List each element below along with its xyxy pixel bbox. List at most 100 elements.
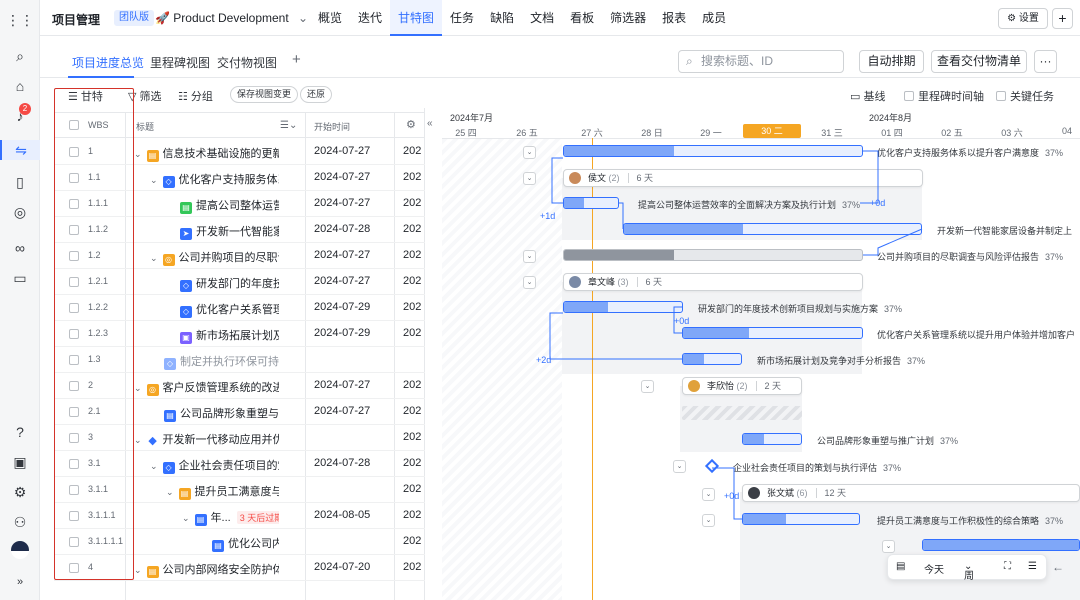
chevron-down-icon[interactable]: ⌄ xyxy=(134,565,142,575)
gear-icon[interactable]: ⚙ xyxy=(10,482,30,502)
project-switcher[interactable]: 🚀 Product Development ⌄ xyxy=(155,11,308,25)
critical-task-checkbox[interactable]: 关键任务 xyxy=(996,88,1054,104)
title-cell[interactable]: ▤ 公司品牌形象重塑与推... xyxy=(164,405,279,422)
fullscreen-icon[interactable]: ⛶ xyxy=(1004,561,1011,572)
apps-grid-icon[interactable]: ⋮⋮ xyxy=(6,10,34,30)
auto-schedule-button[interactable]: 自动排期 xyxy=(859,50,924,73)
tab-milestone-view[interactable]: 里程碑视图 xyxy=(150,54,210,71)
start-date-cell[interactable]: 2024-07-27 xyxy=(314,405,370,417)
document-icon[interactable]: ▯ xyxy=(10,172,30,192)
chevron-down-icon[interactable]: ⌄ xyxy=(166,487,174,497)
end-date-cell[interactable]: 202 xyxy=(403,275,421,287)
title-cell[interactable]: ⌄ ▤信息技术基础设施的更新... xyxy=(134,145,279,162)
nav-bugs[interactable]: 缺陷 xyxy=(482,0,522,36)
title-cell[interactable]: ▤ 优化公司内... xyxy=(212,535,279,552)
tab-deliverable-view[interactable]: 交付物视图 xyxy=(217,54,277,71)
end-date-cell[interactable]: 202 xyxy=(403,223,421,235)
start-date-cell[interactable]: 2024-07-27 xyxy=(314,275,370,287)
start-date-cell[interactable]: 2024-07-27 xyxy=(314,171,370,183)
chevron-down-icon[interactable]: ⌄ xyxy=(134,435,142,445)
view-deliverables-button[interactable]: 查看交付物清单 xyxy=(931,50,1027,73)
start-date-cell[interactable]: 2024-07-28 xyxy=(314,457,370,469)
more-button[interactable]: ··· xyxy=(1034,50,1057,73)
sort-icon[interactable]: ☰⌄ xyxy=(280,120,297,131)
end-date-cell[interactable]: 202 xyxy=(403,171,421,183)
col-start-time[interactable]: 开始时间 xyxy=(314,120,350,133)
file-icon[interactable]: ▭ xyxy=(10,268,30,288)
search-icon[interactable]: ⌕ xyxy=(10,46,30,66)
title-cell[interactable]: ⌄ ◎公司并购项目的尽职调... xyxy=(150,249,279,266)
start-date-cell[interactable]: 2024-07-20 xyxy=(314,561,370,573)
nav-overview[interactable]: 概览 xyxy=(310,0,350,36)
end-date-cell[interactable]: 202 xyxy=(403,249,421,261)
end-date-cell[interactable]: 202 xyxy=(403,197,421,209)
restore-button[interactable]: 还原 xyxy=(300,86,333,103)
help-icon[interactable]: ? xyxy=(10,422,30,442)
avatar[interactable] xyxy=(10,540,30,560)
search-input[interactable]: ⌕ 搜索标题、ID xyxy=(678,50,844,73)
title-cell[interactable]: ⌄ ▤ 年... 3 天后过期 xyxy=(182,509,279,526)
today-button[interactable]: 今天 xyxy=(924,561,944,576)
expand-rail-icon[interactable]: » xyxy=(10,572,30,592)
start-date-cell[interactable]: 2024-07-29 xyxy=(314,327,370,339)
end-date-cell[interactable]: 202 xyxy=(403,379,421,391)
project-icon[interactable]: ⇋ xyxy=(0,140,40,160)
chevron-down-icon[interactable]: ⌄ xyxy=(150,175,158,185)
nav-docs[interactable]: 文档 xyxy=(522,0,562,36)
start-date-cell[interactable]: 2024-07-28 xyxy=(314,223,370,235)
chevron-down-icon[interactable]: ⌄ xyxy=(150,461,158,471)
back-arrow-icon[interactable]: ← xyxy=(1052,560,1070,578)
end-date-cell[interactable]: 202 xyxy=(403,535,421,547)
start-date-cell[interactable]: 2024-07-27 xyxy=(314,379,370,391)
tab-progress-overview[interactable]: 项目进度总览 xyxy=(72,54,144,71)
col-title[interactable]: 标题 xyxy=(136,120,154,133)
start-date-cell[interactable]: 2024-07-27 xyxy=(314,145,370,157)
title-cell[interactable]: ◇ 制定并执行环保可持续... xyxy=(164,353,279,370)
link-icon[interactable]: ∞ xyxy=(10,238,30,258)
end-date-cell[interactable]: 202 xyxy=(403,457,421,469)
nav-board[interactable]: 看板 xyxy=(562,0,602,36)
title-cell[interactable]: ➤ 开发新一代智能家... xyxy=(180,223,279,240)
add-view-button[interactable]: + xyxy=(292,51,301,68)
home-icon[interactable]: ⌂ xyxy=(10,76,30,96)
nav-iteration[interactable]: 迭代 xyxy=(350,0,390,36)
inbox-icon[interactable]: ▣ xyxy=(10,452,30,472)
nav-gantt[interactable]: 甘特图 xyxy=(390,0,443,36)
chevron-down-icon[interactable]: ⌄ xyxy=(182,513,190,523)
end-date-cell[interactable]: 202 xyxy=(403,405,421,417)
chevron-down-icon[interactable]: ⌄ xyxy=(134,149,142,159)
nav-members[interactable]: 成员 xyxy=(694,0,734,36)
start-date-cell[interactable]: 2024-07-27 xyxy=(314,197,370,209)
end-date-cell[interactable]: 202 xyxy=(403,327,421,339)
nav-filters[interactable]: 筛选器 xyxy=(602,0,654,36)
nav-reports[interactable]: 报表 xyxy=(654,0,694,36)
settings-button[interactable]: ⚙ 设置 xyxy=(998,8,1048,29)
title-cell[interactable]: ⌄ ◇企业社会责任项目的策... xyxy=(150,457,279,474)
title-cell[interactable]: ◇ 研发部门的年度技... xyxy=(180,275,279,292)
title-cell[interactable]: ⌄ ▤提升员工满意度与... xyxy=(166,483,279,500)
scale-select[interactable]: 周 ⌄ xyxy=(964,561,974,582)
title-cell[interactable]: ▤ 提高公司整体运营... xyxy=(180,197,279,214)
end-date-cell[interactable]: 202 xyxy=(403,561,421,573)
baseline-toggle[interactable]: ▭ 基线 xyxy=(850,88,885,104)
title-cell[interactable]: ⌄ ▤公司内部网络安全防护体... xyxy=(134,561,279,578)
collapse-grid-icon[interactable]: « xyxy=(427,118,433,129)
chevron-down-icon[interactable]: ⌄ xyxy=(134,383,142,393)
end-date-cell[interactable]: 202 xyxy=(403,483,421,495)
chevron-down-icon[interactable]: ⌄ xyxy=(150,253,158,263)
end-date-cell[interactable]: 202 xyxy=(403,431,421,443)
milestone-axis-checkbox[interactable]: 里程碑时间轴 xyxy=(904,88,984,104)
start-date-cell[interactable]: 2024-08-05 xyxy=(314,509,370,521)
end-date-cell[interactable]: 202 xyxy=(403,301,421,313)
nav-tasks[interactable]: 任务 xyxy=(442,0,482,36)
target-icon[interactable]: ◎ xyxy=(10,202,30,222)
title-cell[interactable]: ⌄ ◇优化客户支持服务体系... xyxy=(150,171,279,188)
start-date-cell[interactable]: 2024-07-27 xyxy=(314,249,370,261)
save-view-button[interactable]: 保存视图变更 xyxy=(230,86,299,103)
add-button[interactable]: + xyxy=(1052,8,1073,29)
sliders-icon[interactable]: ☰ xyxy=(1028,561,1037,572)
start-date-cell[interactable]: 2024-07-29 xyxy=(314,301,370,313)
export-icon[interactable]: ▤ xyxy=(896,561,905,572)
add-user-icon[interactable]: ⚇ xyxy=(10,512,30,532)
title-cell[interactable]: ◇ 优化客户关系管理... xyxy=(180,301,279,318)
